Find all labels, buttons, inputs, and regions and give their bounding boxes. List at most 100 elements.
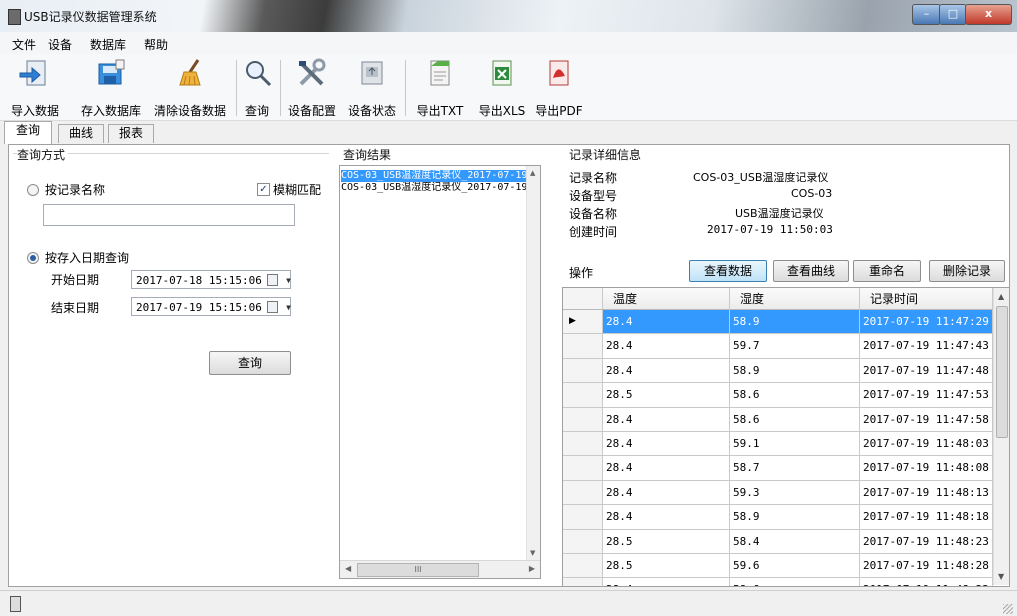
record-name-input[interactable]: [43, 204, 295, 226]
cell-record-time[interactable]: 2017-07-19 11:48:08: [860, 456, 993, 481]
menu-help[interactable]: 帮助: [144, 36, 168, 53]
cell-record-time[interactable]: 2017-07-19 11:47:48: [860, 358, 993, 384]
scroll-up-icon[interactable]: ▲: [998, 292, 1004, 301]
vertical-scroll-thumb[interactable]: [996, 306, 1008, 438]
results-horizontal-scrollbar[interactable]: ◀ III ▶: [340, 560, 540, 578]
row-header[interactable]: [563, 358, 603, 384]
data-grid[interactable]: 温度 湿度 记录时间 ▶ 28.4 58.9 2017-07-19 11:47:29 2…: [562, 287, 1010, 587]
cell-temperature[interactable]: 28.4: [603, 358, 730, 384]
minimize-button[interactable]: –: [912, 4, 941, 25]
cell-humidity[interactable]: 58.9: [730, 505, 860, 530]
scroll-down-icon[interactable]: ▼: [530, 549, 535, 557]
result-item-selected[interactable]: COS-03_USB温湿度记录仪_2017-07-19: [341, 170, 527, 182]
menu-database[interactable]: 数据库: [90, 36, 126, 53]
row-header[interactable]: [563, 456, 603, 481]
column-header-temperature[interactable]: 温度: [603, 288, 730, 310]
resize-grip-icon[interactable]: [1003, 604, 1013, 614]
end-date-picker[interactable]: 2017-07-19 15:15:06 ▼: [131, 297, 291, 316]
grid-corner: [563, 288, 603, 310]
export-txt-button[interactable]: 导出TXT: [410, 54, 470, 120]
view-data-button[interactable]: 查看数据: [689, 260, 767, 282]
row-header[interactable]: [563, 383, 603, 408]
row-header[interactable]: [563, 578, 603, 586]
cell-temperature[interactable]: 28.4: [603, 456, 730, 481]
xls-file-icon: [492, 60, 512, 86]
row-header[interactable]: [563, 480, 603, 506]
column-header-humidity[interactable]: 湿度: [730, 288, 860, 310]
row-header[interactable]: [563, 334, 603, 359]
save-to-db-button[interactable]: 存入数据库: [78, 54, 144, 120]
cell-temperature[interactable]: 28.5: [603, 554, 730, 579]
cell-record-time[interactable]: 2017-07-19 11:47:53: [860, 383, 993, 408]
by-name-radio[interactable]: [27, 184, 39, 196]
toolbar-separator: [236, 60, 237, 116]
query-button[interactable]: 查询: [240, 54, 274, 120]
start-date-picker[interactable]: 2017-07-18 15:15:06 ▼: [131, 270, 291, 289]
cell-humidity[interactable]: 58.6: [730, 578, 860, 586]
scroll-left-icon[interactable]: ◀: [345, 564, 351, 573]
delete-record-button[interactable]: 删除记录: [929, 260, 1005, 282]
cell-temperature[interactable]: 28.4: [603, 407, 730, 432]
result-item[interactable]: COS-03_USB温湿度记录仪_2017-07-19: [341, 182, 527, 194]
cell-record-time[interactable]: 2017-07-19 11:47:43: [860, 334, 993, 359]
export-xls-button[interactable]: 导出XLS: [472, 54, 532, 120]
cell-humidity[interactable]: 58.4: [730, 529, 860, 554]
row-header[interactable]: [563, 407, 603, 432]
cell-humidity[interactable]: 59.7: [730, 334, 860, 359]
cell-humidity[interactable]: 58.9: [730, 310, 860, 335]
scroll-right-icon[interactable]: ▶: [529, 564, 535, 573]
cell-temperature[interactable]: 28.5: [603, 529, 730, 554]
cell-humidity[interactable]: 59.6: [730, 554, 860, 579]
export-pdf-button[interactable]: 导出PDF: [530, 54, 588, 120]
cell-humidity[interactable]: 58.9: [730, 358, 860, 384]
cell-record-time[interactable]: 2017-07-19 11:47:29: [860, 310, 993, 335]
cell-record-time[interactable]: 2017-07-19 11:47:58: [860, 407, 993, 432]
cell-record-time[interactable]: 2017-07-19 11:48:33: [860, 578, 993, 586]
cell-humidity[interactable]: 59.1: [730, 432, 860, 457]
cell-record-time[interactable]: 2017-07-19 11:48:28: [860, 554, 993, 579]
device-status-button[interactable]: 设备状态: [344, 54, 400, 120]
results-vertical-scrollbar[interactable]: ▲ ▼: [526, 166, 540, 560]
cell-humidity[interactable]: 58.7: [730, 456, 860, 481]
cell-humidity[interactable]: 58.6: [730, 407, 860, 432]
cell-temperature[interactable]: 28.4: [603, 432, 730, 457]
results-listbox[interactable]: COS-03_USB温湿度记录仪_2017-07-19 COS-03_USB温湿…: [339, 165, 541, 579]
menu-file[interactable]: 文件: [12, 36, 36, 53]
tab-report[interactable]: 报表: [108, 124, 154, 143]
cell-record-time[interactable]: 2017-07-19 11:48:03: [860, 432, 993, 457]
cell-record-time[interactable]: 2017-07-19 11:48:23: [860, 529, 993, 554]
cell-temperature[interactable]: 28.4: [603, 480, 730, 506]
cell-temperature[interactable]: 28.4: [603, 334, 730, 359]
cell-record-time[interactable]: 2017-07-19 11:48:13: [860, 480, 993, 506]
view-curve-button[interactable]: 查看曲线: [773, 260, 849, 282]
row-header[interactable]: [563, 432, 603, 457]
row-header[interactable]: [563, 505, 603, 530]
scroll-down-icon[interactable]: ▼: [998, 572, 1004, 581]
cell-record-time[interactable]: 2017-07-19 11:48:18: [860, 505, 993, 530]
by-date-radio[interactable]: [27, 252, 39, 264]
row-header[interactable]: [563, 529, 603, 554]
close-button[interactable]: x: [965, 4, 1012, 25]
cell-temperature[interactable]: 28.4: [603, 578, 730, 586]
device-config-button[interactable]: 设备配置: [284, 54, 340, 120]
tab-query[interactable]: 查询: [4, 121, 52, 144]
tab-curve[interactable]: 曲线: [58, 124, 104, 143]
cell-humidity[interactable]: 59.3: [730, 480, 860, 506]
cell-temperature[interactable]: 28.4: [603, 505, 730, 530]
row-header[interactable]: ▶: [563, 310, 603, 335]
grid-vertical-scrollbar[interactable]: ▲ ▼: [993, 288, 1009, 585]
menu-device[interactable]: 设备: [48, 36, 72, 53]
import-data-button[interactable]: 导入数据: [0, 54, 70, 120]
column-header-record-time[interactable]: 记录时间: [860, 288, 993, 310]
horizontal-scroll-thumb[interactable]: III: [357, 563, 479, 577]
maximize-button[interactable]: □: [939, 4, 967, 25]
scroll-up-icon[interactable]: ▲: [530, 169, 535, 177]
fuzzy-match-checkbox[interactable]: ✓: [257, 183, 270, 196]
cell-temperature[interactable]: 28.4: [603, 310, 730, 335]
row-header[interactable]: [563, 554, 603, 579]
cell-humidity[interactable]: 58.6: [730, 383, 860, 408]
cell-temperature[interactable]: 28.5: [603, 383, 730, 408]
clear-device-data-button[interactable]: 清除设备数据: [150, 54, 230, 120]
query-submit-button[interactable]: 查询: [209, 351, 291, 375]
rename-button[interactable]: 重命名: [853, 260, 921, 282]
